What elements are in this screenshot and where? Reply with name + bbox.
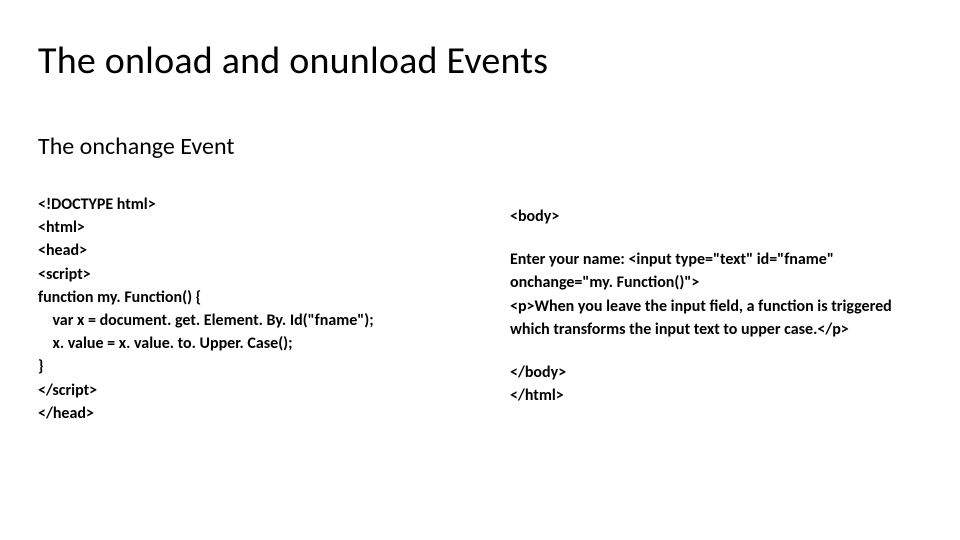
code-line: x. value = x. value. to. Upper. Case(); bbox=[38, 332, 450, 355]
code-line: } bbox=[38, 355, 450, 378]
code-line: function my. Function() { bbox=[38, 286, 450, 309]
content-columns: <!DOCTYPE html> <html> <head> <script> f… bbox=[38, 193, 922, 425]
code-line: </head> bbox=[38, 402, 450, 425]
code-column-right: <body> Enter your name: <input type="tex… bbox=[510, 193, 922, 425]
code-line: </body> bbox=[510, 361, 922, 384]
section-subtitle: The onchange Event bbox=[38, 132, 922, 161]
code-line: <!DOCTYPE html> bbox=[38, 193, 450, 216]
code-column-left: <!DOCTYPE html> <html> <head> <script> f… bbox=[38, 193, 450, 425]
code-line: </html> bbox=[510, 384, 922, 407]
page-title: The onload and onunload Events bbox=[38, 38, 922, 84]
code-line: <script> bbox=[38, 263, 450, 286]
code-line: <head> bbox=[38, 239, 450, 262]
code-line: Enter your name: <input type="text" id="… bbox=[510, 248, 922, 294]
code-line: <p>When you leave the input field, a fun… bbox=[510, 295, 922, 341]
code-line: var x = document. get. Element. By. Id("… bbox=[38, 309, 450, 332]
code-line: <body> bbox=[510, 205, 922, 228]
blank-line bbox=[510, 228, 922, 248]
code-line: <html> bbox=[38, 216, 450, 239]
slide: The onload and onunload Events The oncha… bbox=[0, 0, 960, 540]
code-line: </script> bbox=[38, 379, 450, 402]
blank-line bbox=[510, 341, 922, 361]
